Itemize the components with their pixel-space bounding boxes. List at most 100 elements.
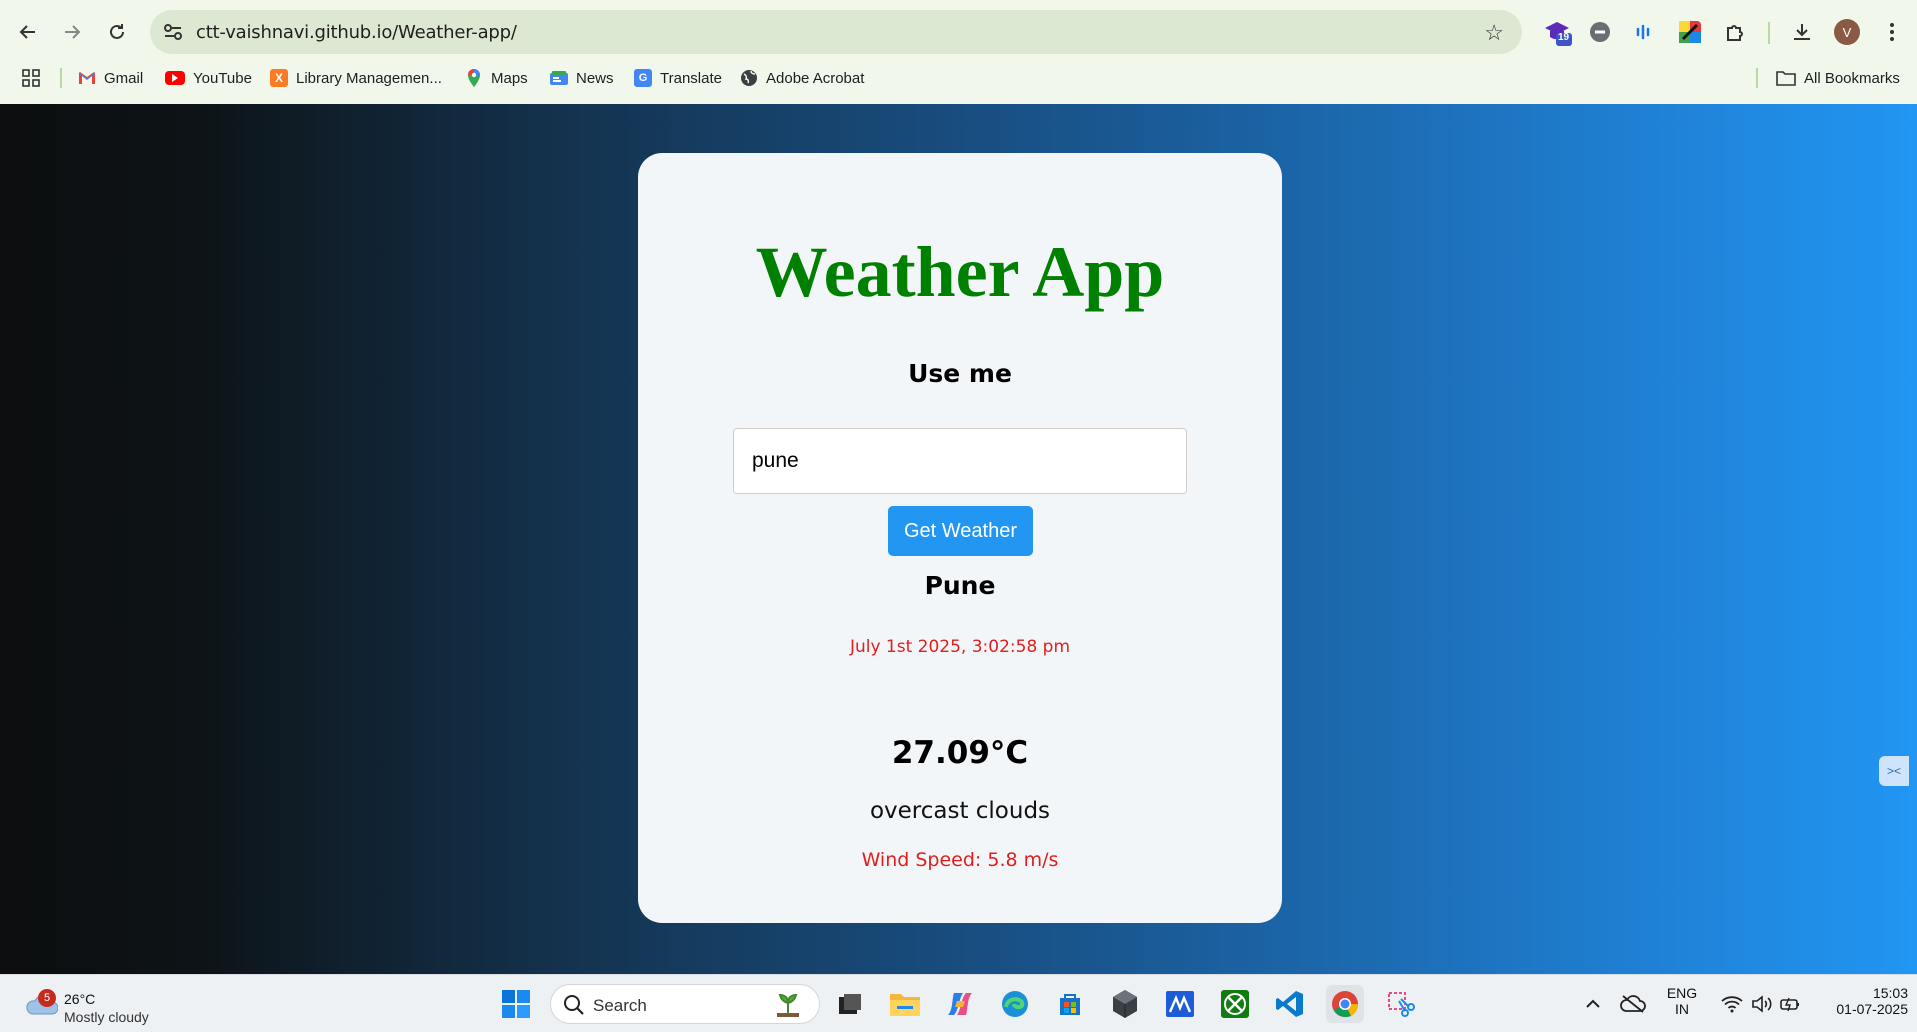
- search-icon: [564, 995, 584, 1015]
- weather-desc: Mostly cloudy: [64, 1009, 149, 1025]
- weather-card: Weather App Use me Get Weather Pune July…: [638, 153, 1282, 923]
- bookmark-maps[interactable]: Maps: [465, 66, 528, 90]
- plant-icon: [777, 993, 799, 1017]
- weather-description: overcast clouds: [869, 798, 1051, 824]
- bookmark-label: Gmail: [104, 69, 144, 87]
- vscode-icon: [1276, 991, 1303, 1017]
- bookmark-translate[interactable]: G Translate: [634, 66, 722, 90]
- page-background: Weather App Use me Get Weather Pune July…: [0, 104, 1917, 974]
- bookmark-adobe-acrobat[interactable]: Adobe Acrobat: [740, 66, 864, 90]
- browser-toolbar: ctt-vaishnavi.github.io/Weather-app/ ☆ 1…: [0, 10, 1917, 54]
- weather-widget[interactable]: 5 26°C Mostly cloudy: [20, 983, 220, 1025]
- browser-chrome: ctt-vaishnavi.github.io/Weather-app/ ☆ 1…: [0, 0, 1917, 104]
- copilot-icon: [948, 993, 972, 1015]
- store-button[interactable]: [1051, 985, 1089, 1023]
- bookmark-label: Adobe Acrobat: [766, 69, 865, 87]
- url-text[interactable]: ctt-vaishnavi.github.io/Weather-app/: [196, 22, 517, 43]
- bookmark-label: Library Managemen...: [296, 69, 442, 87]
- reload-button[interactable]: [101, 16, 133, 48]
- city-name: Pune: [924, 571, 996, 600]
- edge-button[interactable]: [996, 985, 1034, 1023]
- bookmark-library-management[interactable]: X Library Managemen...: [270, 66, 442, 90]
- puzzle-icon: [1727, 25, 1743, 41]
- weather-alert-badge: 5: [38, 989, 56, 1007]
- task-view-icon: [839, 994, 861, 1014]
- tray-overflow-button[interactable]: [1574, 985, 1612, 1023]
- profile-button[interactable]: V: [1831, 16, 1863, 48]
- extension-grey-button[interactable]: [1584, 16, 1616, 48]
- bookmarks-bar: Gmail YouTube X Library Managemen... Map…: [0, 62, 1917, 94]
- color-picker-extension-button[interactable]: [1674, 16, 1706, 48]
- taskbar: 5 26°C Mostly cloudy Search ENG IN 15:03…: [0, 974, 1917, 1032]
- cloud-off-icon: [1620, 995, 1646, 1013]
- input-language[interactable]: ENG IN: [1660, 985, 1704, 1017]
- volume-icon: [1752, 995, 1772, 1013]
- download-icon: [1794, 24, 1810, 40]
- bookmark-label: Translate: [660, 69, 722, 87]
- extensions-button[interactable]: [1720, 16, 1752, 48]
- battery-icon: [1780, 997, 1799, 1012]
- language-code: ENG: [1666, 985, 1698, 1001]
- extension-hat-button[interactable]: 19: [1542, 16, 1574, 48]
- chrome-button[interactable]: [1326, 985, 1364, 1023]
- snipping-tool-button[interactable]: [1381, 985, 1419, 1023]
- bookmark-news[interactable]: News: [550, 66, 614, 90]
- onedrive-button[interactable]: [1614, 985, 1652, 1023]
- wind-speed: Wind Speed: 5.8 m/s: [861, 849, 1059, 871]
- wifi-icon: [1721, 996, 1743, 1013]
- circle-slash-icon: [1590, 22, 1610, 42]
- copilot-button[interactable]: [941, 985, 979, 1023]
- back-arrow-icon: [19, 25, 35, 39]
- avatar: V: [1834, 19, 1860, 45]
- xbox-button[interactable]: [1216, 985, 1254, 1023]
- read-aloud-button[interactable]: [1628, 16, 1660, 48]
- weather-temp: 26°C: [64, 991, 96, 1007]
- clock[interactable]: 15:03 01-07-2025: [1812, 985, 1908, 1017]
- mathway-button[interactable]: [1161, 985, 1199, 1023]
- eyedropper-icon: [1679, 21, 1701, 43]
- cube-app-button[interactable]: [1106, 985, 1144, 1023]
- forward-arrow-icon: [65, 25, 81, 39]
- apps-grid-icon: [22, 69, 40, 87]
- gmail-icon: [78, 69, 96, 87]
- get-weather-button[interactable]: Get Weather: [888, 506, 1033, 556]
- date-time: July 1st 2025, 3:02:58 pm: [849, 637, 1071, 657]
- bookmark-label: Maps: [491, 69, 528, 87]
- edge-icon: [1002, 991, 1028, 1017]
- cube-icon: [1113, 990, 1137, 1018]
- bookmark-separator: [1756, 68, 1758, 88]
- bookmark-label: YouTube: [193, 69, 252, 87]
- vscode-button[interactable]: [1271, 985, 1309, 1023]
- bookmark-label: News: [576, 69, 614, 87]
- menu-button[interactable]: [1876, 16, 1908, 48]
- maps-icon: [465, 69, 483, 87]
- globe-icon: [740, 69, 758, 87]
- sound-waves-icon: [1636, 24, 1650, 40]
- apps-button[interactable]: [22, 66, 40, 90]
- bookmark-star-icon[interactable]: ☆: [1484, 20, 1504, 46]
- quick-settings-button[interactable]: [1706, 985, 1816, 1023]
- taskbar-search[interactable]: Search: [550, 984, 820, 1024]
- scissors-icon: [1388, 992, 1415, 1017]
- downloads-button[interactable]: [1786, 16, 1818, 48]
- site-info-icon[interactable]: [162, 21, 184, 43]
- math-app-icon: [1166, 991, 1194, 1017]
- side-panel-tab[interactable]: ><: [1879, 756, 1909, 786]
- start-button[interactable]: [497, 985, 535, 1023]
- task-view-button[interactable]: [831, 985, 869, 1023]
- clock-date: 01-07-2025: [1836, 1001, 1908, 1017]
- city-input[interactable]: [733, 428, 1187, 494]
- address-bar[interactable]: ctt-vaishnavi.github.io/Weather-app/ ☆: [150, 10, 1522, 54]
- store-icon: [1060, 994, 1080, 1015]
- xbox-icon: [1221, 990, 1249, 1018]
- bookmark-gmail[interactable]: Gmail: [78, 66, 143, 90]
- youtube-icon: [165, 71, 185, 85]
- clock-time: 15:03: [1872, 985, 1908, 1001]
- folder-icon: [890, 994, 920, 1016]
- back-button[interactable]: [12, 16, 44, 48]
- forward-button[interactable]: [56, 16, 88, 48]
- bookmark-youtube[interactable]: YouTube: [165, 66, 252, 90]
- temperature: 27.09°C: [891, 735, 1029, 771]
- file-explorer-button[interactable]: [886, 985, 924, 1023]
- all-bookmarks-button[interactable]: All Bookmarks: [1776, 66, 1900, 90]
